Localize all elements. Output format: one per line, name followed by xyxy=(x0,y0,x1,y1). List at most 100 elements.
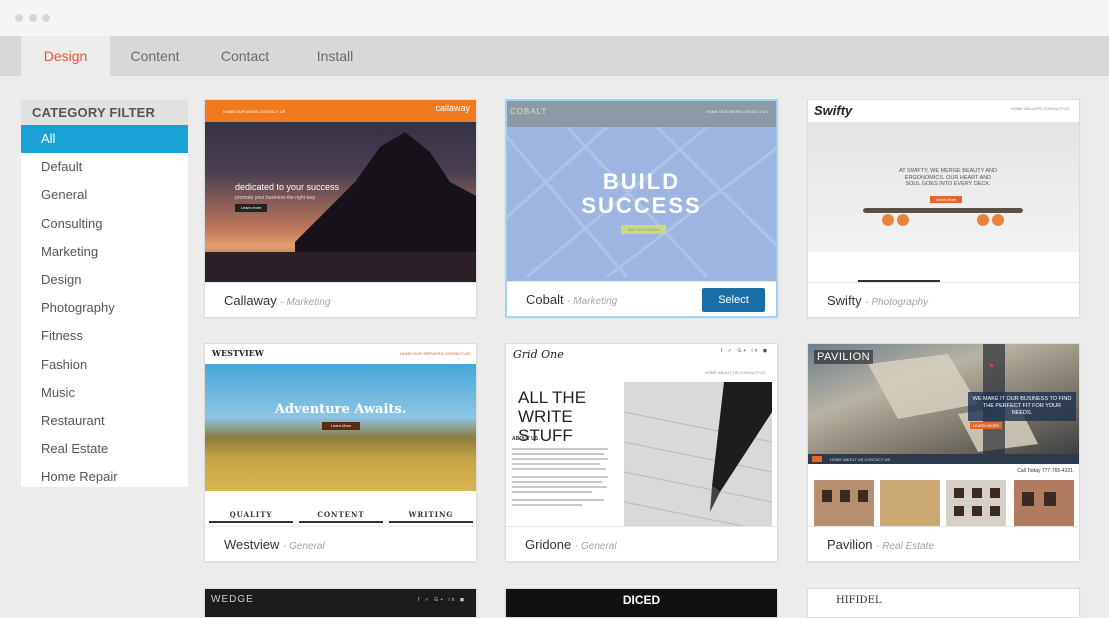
category-fitness[interactable]: Fitness xyxy=(21,322,188,350)
social-icons: f ✓ G+ in ◼ xyxy=(721,348,769,354)
thumb-nav: HOME OUR WORK CONTACT US xyxy=(223,109,286,114)
thumb-button: Learn More xyxy=(322,422,360,430)
window-maximize-dot[interactable] xyxy=(42,14,50,22)
thumb-nav: HOME OUR SERVICES CONTACT US xyxy=(399,351,470,356)
thumb-col-content: CONTENT xyxy=(299,510,383,523)
thumb-button: LEARN MORE xyxy=(970,422,1002,429)
template-thumbnail: Swifty HOME GALLERY CONTACT US AT SWIFTY… xyxy=(808,100,1079,282)
card-name: Callaway xyxy=(224,293,277,308)
thumb-brand: Swifty xyxy=(814,103,853,118)
thumb-brand: HIFIDEL xyxy=(836,595,882,606)
card-footer: Cobalt - Marketing Select xyxy=(507,281,776,316)
thumb-headline-1: BUILD xyxy=(602,169,681,194)
template-card-cobalt[interactable]: COBALT HOME OUR WORK CONTACT US BUILD SU… xyxy=(505,99,778,318)
thumb-brand: WEDGE xyxy=(211,594,254,605)
thumb-brand: WESTVIEW xyxy=(212,348,264,358)
template-card-hifidel[interactable]: HIFIDEL xyxy=(807,588,1080,618)
card-category: - General xyxy=(574,541,617,552)
card-category: - Marketing xyxy=(280,297,331,308)
category-fashion[interactable]: Fashion xyxy=(21,351,188,379)
category-home-repair[interactable]: Home Repair xyxy=(21,463,188,491)
card-name: Cobalt xyxy=(526,292,564,307)
thumb-col-writing: WRITING xyxy=(389,510,473,523)
template-card-swifty[interactable]: Swifty HOME GALLERY CONTACT US AT SWIFTY… xyxy=(807,99,1080,318)
thumb-subline: promote your business the right way xyxy=(235,195,316,201)
template-card-wedge[interactable]: WEDGE f ✓ G+ in ◼ xyxy=(204,588,477,618)
thumb-headline: dedicated to your success xyxy=(235,182,340,192)
card-footer: Pavilion - Real Estate xyxy=(808,526,1079,561)
skateboard-graphic xyxy=(863,208,1023,226)
thumb-headline: Adventure Awaits. xyxy=(274,402,407,417)
thumb-text: AT SWIFTY, WE MERGE BEAUTY AND ERGONOMIC… xyxy=(899,168,997,187)
thumb-button: Learn More xyxy=(930,196,962,203)
template-thumbnail: PAVILION WE MAKE IT OUR BUSINESS TO FIND… xyxy=(808,344,1079,526)
thumb-text: WE MAKE IT OUR BUSINESS TO FIND THE PERF… xyxy=(968,392,1076,421)
thumb-headline-2: SUCCESS xyxy=(581,193,702,218)
thumb-about: ABOUT US xyxy=(512,436,539,442)
card-footer: Westview - General xyxy=(205,526,476,561)
card-title-line: Cobalt - Marketing xyxy=(526,292,617,307)
card-title-line: Westview - General xyxy=(224,537,325,552)
select-button[interactable]: Select xyxy=(702,288,765,312)
fountain-pen-graphic xyxy=(624,382,772,526)
thumb-button: Learn more xyxy=(235,204,267,212)
template-thumbnail: HOME OUR WORK CONTACT US callaway dedica… xyxy=(205,100,476,282)
card-footer: Callaway - Marketing xyxy=(205,282,476,317)
tab-install[interactable]: Install xyxy=(290,36,380,76)
thumb-button: SEE OUR WORK xyxy=(621,225,666,234)
tab-contact[interactable]: Contact xyxy=(200,36,290,76)
category-restaurant[interactable]: Restaurant xyxy=(21,407,188,435)
card-category: - Photography xyxy=(865,297,929,308)
window-minimize-dot[interactable] xyxy=(29,14,37,22)
tab-content[interactable]: Content xyxy=(110,36,200,76)
category-marketing[interactable]: Marketing xyxy=(21,238,188,266)
template-thumbnail: HIFIDEL xyxy=(808,589,1079,617)
card-name: Gridone xyxy=(525,537,572,552)
category-default[interactable]: Default xyxy=(21,153,188,181)
thumb-nav: HOME ABOUT US CONTACT US xyxy=(704,370,765,375)
template-thumbnail: WESTVIEW HOME OUR SERVICES CONTACT US Ad… xyxy=(205,344,476,526)
category-music[interactable]: Music xyxy=(21,379,188,407)
card-footer: Gridone - General xyxy=(506,526,777,561)
template-card-gridone[interactable]: Grid One f ✓ G+ in ◼ HOME ABOUT US CONTA… xyxy=(505,343,778,562)
thumb-nav: HOME ABOUT US CONTACT US xyxy=(830,457,891,462)
thumb-nav: HOME OUR WORK CONTACT US xyxy=(705,109,768,114)
body-text-lines xyxy=(512,448,608,506)
thumb-brand: DICED xyxy=(622,593,661,607)
category-filter-panel: CATEGORY FILTER All Default General Cons… xyxy=(21,100,188,487)
category-real-estate[interactable]: Real Estate xyxy=(21,435,188,463)
template-card-pavilion[interactable]: PAVILION WE MAKE IT OUR BUSINESS TO FIND… xyxy=(807,343,1080,562)
category-photography[interactable]: Photography xyxy=(21,294,188,322)
thumb-brand: Grid One xyxy=(513,348,564,361)
template-thumbnail: COBALT HOME OUR WORK CONTACT US BUILD SU… xyxy=(507,101,776,281)
category-design[interactable]: Design xyxy=(21,266,188,294)
template-thumbnail: WEDGE f ✓ G+ in ◼ xyxy=(205,589,476,617)
category-consulting[interactable]: Consulting xyxy=(21,210,188,238)
template-card-westview[interactable]: WESTVIEW HOME OUR SERVICES CONTACT US Ad… xyxy=(204,343,477,562)
card-name: Pavilion xyxy=(827,537,873,552)
card-category: - Real Estate xyxy=(876,541,934,552)
thumb-nav: HOME GALLERY CONTACT US xyxy=(1010,106,1069,111)
card-title-line: Callaway - Marketing xyxy=(224,293,330,308)
building-photos xyxy=(814,480,1074,526)
thumb-brand: COBALT xyxy=(510,107,548,116)
card-footer: Swifty - Photography xyxy=(808,282,1079,317)
window-close-dot[interactable] xyxy=(15,14,23,22)
category-filter-title: CATEGORY FILTER xyxy=(21,100,188,125)
template-card-callaway[interactable]: HOME OUR WORK CONTACT US callaway dedica… xyxy=(204,99,477,318)
thumb-col-quality: QUALITY xyxy=(209,510,293,523)
tab-bar: Design Content Contact Install xyxy=(0,36,1109,76)
card-name: Westview xyxy=(224,537,280,552)
tab-design[interactable]: Design xyxy=(21,36,110,76)
template-thumbnail: DICED xyxy=(506,589,777,617)
card-name: Swifty xyxy=(827,293,862,308)
card-category: - Marketing xyxy=(567,296,618,307)
template-card-diced[interactable]: DICED xyxy=(505,588,778,618)
category-general[interactable]: General xyxy=(21,181,188,209)
category-all[interactable]: All xyxy=(21,125,188,154)
thumb-brand: PAVILION xyxy=(814,350,874,364)
thumb-phone: Call Today 777-765-4321 xyxy=(1017,468,1073,474)
card-category: - General xyxy=(283,541,325,552)
card-title-line: Gridone - General xyxy=(525,537,617,552)
mountain-graphic xyxy=(205,132,476,282)
